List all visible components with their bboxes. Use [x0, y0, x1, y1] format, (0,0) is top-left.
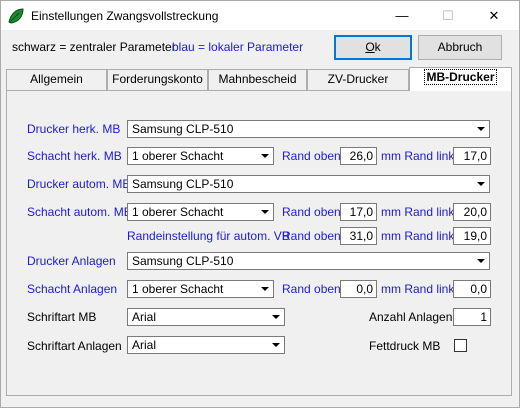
ok-button[interactable]: Ok: [334, 35, 412, 60]
rand-oben-label: Rand oben: [282, 205, 341, 219]
ok-mnemonic: O: [365, 40, 375, 54]
tab-allgemein[interactable]: Allgemein: [6, 69, 107, 90]
schriftart-anlagen-label: Schriftart Anlagen: [27, 339, 122, 353]
fettdruck-mb-label: Fettdruck MB: [369, 339, 441, 353]
schriftart-mb-value: Arial: [132, 310, 157, 324]
drucker-anlagen-select[interactable]: Samsung CLP-510: [127, 252, 490, 270]
drucker-autom-mb-label: Drucker autom. MB: [27, 177, 131, 191]
chevron-down-icon: [258, 149, 272, 163]
cancel-button[interactable]: Abbruch: [418, 35, 502, 60]
schriftart-mb-select[interactable]: Arial: [127, 308, 285, 326]
mm-rand-links-label: mm Rand links: [381, 229, 461, 243]
tab-mb-drucker-label: MB-Drucker: [424, 69, 497, 85]
schacht-autom-mb-label: Schacht autom. MB: [27, 205, 132, 219]
randeinstellung-rand-oben-input[interactable]: 31,0: [340, 227, 377, 245]
close-button[interactable]: ✕: [471, 1, 517, 31]
rand-oben-label: Rand oben: [282, 229, 341, 243]
schacht-autom-mb-value: 1 oberer Schacht: [132, 205, 224, 219]
schacht-anlagen-rand-oben-input[interactable]: 0,0: [340, 280, 377, 298]
minimize-button[interactable]: —: [379, 1, 425, 31]
rand-oben-label: Rand oben: [282, 282, 341, 296]
tab-forderungskonto[interactable]: Forderungskonto: [107, 69, 208, 90]
schacht-autom-mb-select[interactable]: 1 oberer Schacht: [127, 203, 274, 221]
legend-central-parameter: schwarz = zentraler Parameter: [12, 40, 176, 54]
drucker-herk-mb-select[interactable]: Samsung CLP-510: [127, 120, 490, 138]
randeinstellung-autom-vb-label: Randeinstellung für autom. VB: [127, 229, 290, 243]
rand-oben-label: Rand oben: [282, 149, 341, 163]
schacht-autom-rand-links-input[interactable]: 20,0: [453, 203, 491, 221]
green-leaf-icon: [8, 8, 24, 24]
window-title: Einstellungen Zwangsvollstreckung: [31, 9, 219, 23]
randeinstellung-rand-links-input[interactable]: 19,0: [453, 227, 491, 245]
schacht-herk-mb-select[interactable]: 1 oberer Schacht: [127, 147, 274, 165]
chevron-down-icon: [474, 177, 488, 191]
schriftart-anlagen-select[interactable]: Arial: [127, 336, 285, 354]
mm-rand-links-label: mm Rand links: [381, 282, 461, 296]
title-bar[interactable]: Einstellungen Zwangsvollstreckung — ☐ ✕: [0, 0, 520, 30]
ok-label-rest: k: [374, 40, 381, 54]
mm-rand-links-label: mm Rand links: [381, 205, 461, 219]
schriftart-anlagen-value: Arial: [132, 338, 157, 352]
schacht-anlagen-select[interactable]: 1 oberer Schacht: [127, 280, 274, 298]
chevron-down-icon: [258, 282, 272, 296]
drucker-anlagen-label: Drucker Anlagen: [27, 254, 116, 268]
drucker-herk-mb-value: Samsung CLP-510: [132, 122, 234, 136]
mm-rand-links-label: mm Rand links: [381, 149, 461, 163]
drucker-herk-mb-label: Drucker herk. MB: [27, 122, 121, 136]
maximize-button[interactable]: ☐: [425, 1, 471, 31]
schacht-herk-rand-links-input[interactable]: 17,0: [453, 147, 491, 165]
fettdruck-mb-checkbox[interactable]: [454, 339, 467, 352]
anzahl-anlagen-label: Anzahl Anlagen: [369, 310, 453, 324]
schacht-autom-rand-oben-input[interactable]: 17,0: [340, 203, 377, 221]
tab-mahnbescheid[interactable]: Mahnbescheid: [208, 69, 307, 90]
schriftart-mb-label: Schriftart MB: [27, 310, 97, 324]
schacht-herk-mb-value: 1 oberer Schacht: [132, 149, 224, 163]
drucker-autom-mb-select[interactable]: Samsung CLP-510: [127, 175, 490, 193]
chevron-down-icon: [474, 254, 488, 268]
schacht-herk-mb-label: Schacht herk. MB: [27, 149, 122, 163]
schacht-anlagen-value: 1 oberer Schacht: [132, 282, 224, 296]
schacht-anlagen-label: Schacht Anlagen: [27, 282, 118, 296]
anzahl-anlagen-input[interactable]: 1: [453, 308, 491, 326]
drucker-autom-mb-value: Samsung CLP-510: [132, 177, 234, 191]
drucker-anlagen-value: Samsung CLP-510: [132, 254, 234, 268]
schacht-herk-rand-oben-input[interactable]: 26,0: [340, 147, 377, 165]
schacht-anlagen-rand-links-input[interactable]: 0,0: [453, 280, 491, 298]
tab-zv-drucker[interactable]: ZV-Drucker: [307, 69, 409, 90]
chevron-down-icon: [269, 338, 283, 352]
tab-mb-drucker[interactable]: MB-Drucker: [409, 67, 512, 91]
chevron-down-icon: [258, 205, 272, 219]
chevron-down-icon: [269, 310, 283, 324]
legend-local-parameter: blau = lokaler Parameter: [172, 40, 304, 54]
chevron-down-icon: [474, 122, 488, 136]
